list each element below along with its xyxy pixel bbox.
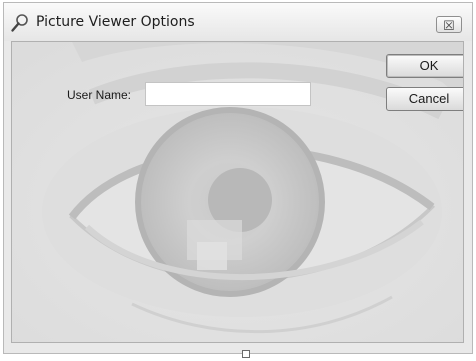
close-icon: ☒ xyxy=(443,18,455,33)
username-label: User Name: xyxy=(67,88,132,102)
dialog-client-area: User Name: OK Cancel xyxy=(11,41,464,343)
window-title: Picture Viewer Options xyxy=(36,14,195,30)
resize-handle[interactable] xyxy=(242,350,250,358)
ok-button[interactable]: OK xyxy=(386,54,463,78)
magnifier-icon xyxy=(11,14,28,32)
username-input[interactable] xyxy=(145,82,311,106)
title-bar[interactable]: Picture Viewer Options ☒ xyxy=(4,3,472,41)
close-button[interactable]: ☒ xyxy=(436,16,462,33)
cancel-button[interactable]: Cancel xyxy=(386,87,463,111)
options-dialog: Picture Viewer Options ☒ User Name: OK C… xyxy=(3,2,473,354)
